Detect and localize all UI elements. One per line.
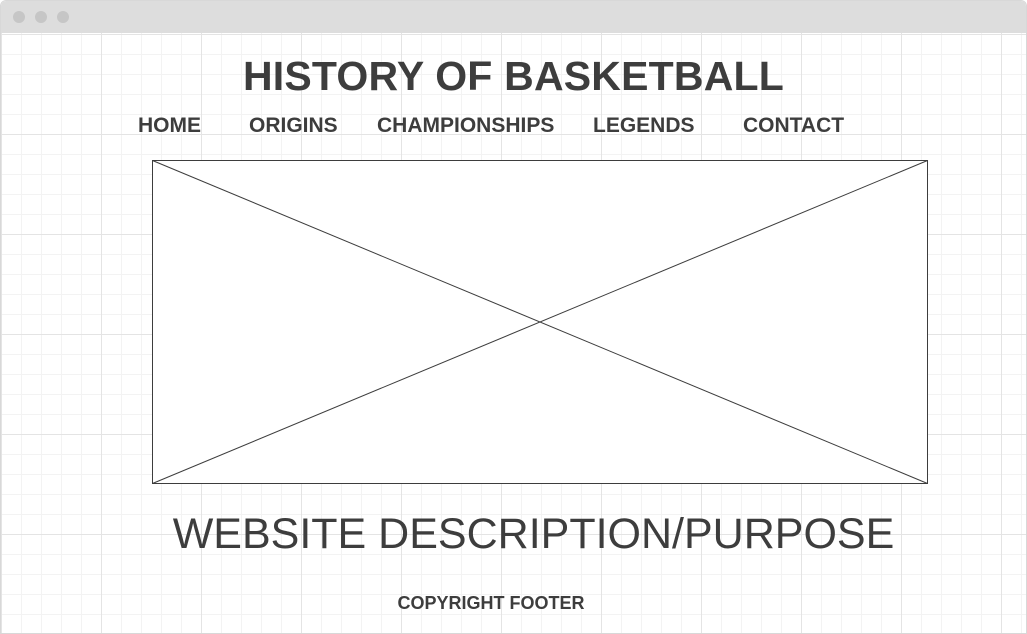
copyright-footer: COPYRIGHT FOOTER xyxy=(397,593,585,613)
site-title: HISTORY OF BASKETBALL xyxy=(242,53,785,99)
website-description: WEBSITE DESCRIPTION/PURPOSE xyxy=(172,510,895,558)
nav-item-legends[interactable]: LEGENDS xyxy=(593,113,695,139)
window-maximize-dot-icon[interactable] xyxy=(57,11,69,23)
nav-item-origins[interactable]: ORIGINS xyxy=(249,113,338,139)
image-placeholder-icon xyxy=(152,160,928,484)
window-close-dot-icon[interactable] xyxy=(13,11,25,23)
hero-image-placeholder xyxy=(152,160,928,484)
nav-item-home[interactable]: HOME xyxy=(138,113,201,139)
nav-item-championships[interactable]: CHAMPIONSHIPS xyxy=(377,113,554,139)
nav-item-contact[interactable]: CONTACT xyxy=(743,113,844,139)
window-titlebar xyxy=(1,1,1026,33)
window-minimize-dot-icon[interactable] xyxy=(35,11,47,23)
